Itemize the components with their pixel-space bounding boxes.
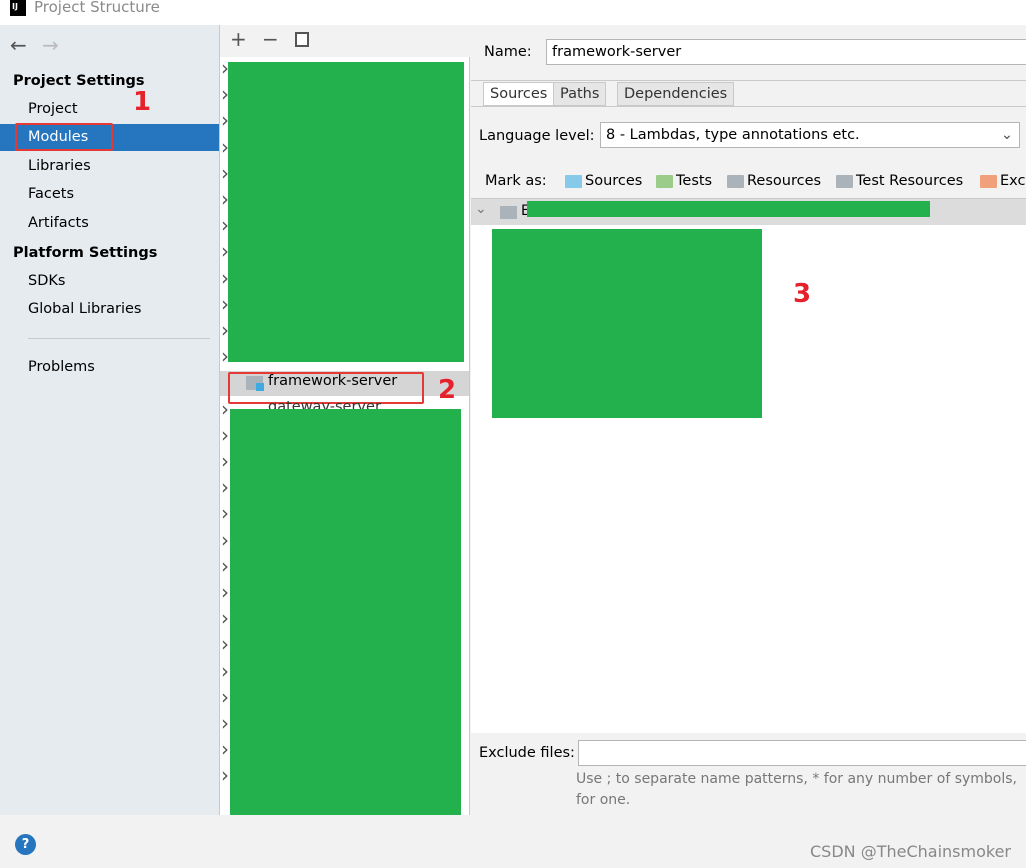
expand-chevron-icon[interactable]: › bbox=[221, 530, 229, 550]
mark-label: Exc bbox=[1000, 173, 1026, 189]
test-resources-folder-icon bbox=[836, 174, 853, 188]
help-icon[interactable]: ? bbox=[15, 834, 36, 855]
redacted-block bbox=[527, 201, 930, 217]
expand-chevron-icon[interactable]: › bbox=[221, 451, 229, 471]
name-label: Name: bbox=[484, 44, 532, 60]
module-item[interactable]: gateway-server bbox=[268, 399, 381, 409]
mark-test-resources-button[interactable]: Test Resources bbox=[836, 173, 963, 189]
modules-toolbar: + − bbox=[220, 25, 470, 57]
expand-chevron-icon[interactable]: › bbox=[221, 713, 229, 733]
highlight-box bbox=[15, 123, 113, 151]
watermark: CSDN @TheChainsmoker bbox=[810, 842, 1011, 861]
remove-icon[interactable]: − bbox=[262, 27, 279, 51]
folder-icon bbox=[500, 206, 517, 219]
sidebar-item-artifacts[interactable]: Artifacts bbox=[0, 210, 219, 237]
annotation-1: 1 bbox=[133, 87, 152, 117]
mark-label: Sources bbox=[585, 173, 643, 189]
mark-sources-button[interactable]: Sources bbox=[565, 173, 642, 189]
language-level-label: Language level: bbox=[479, 128, 595, 144]
module-details: Name: framework-server Sources Paths Dep… bbox=[471, 25, 1026, 815]
expand-chevron-icon[interactable]: › bbox=[221, 503, 229, 523]
excluded-folder-icon bbox=[980, 174, 997, 188]
expand-chevron-icon[interactable]: › bbox=[221, 634, 229, 654]
language-level-select[interactable]: 8 - Lambdas, type annotations etc. ⌄ bbox=[600, 122, 1020, 148]
modules-panel: + − ›››››››››››››››››››››››››››› framewo… bbox=[220, 25, 470, 829]
language-level-value: 8 - Lambdas, type annotations etc. bbox=[606, 127, 860, 143]
tests-folder-icon bbox=[656, 174, 673, 188]
app-logo: IJ bbox=[10, 0, 26, 16]
mark-label: Test Resources bbox=[856, 173, 964, 189]
content-root-tree: ⌄ E:\ 3 bbox=[471, 198, 1026, 733]
expand-chevron-icon[interactable]: › bbox=[221, 425, 229, 445]
copy-icon[interactable] bbox=[295, 32, 309, 47]
sidebar: ← → Project Settings Project Modules 1 L… bbox=[0, 25, 220, 815]
exclude-hint: Use ; to separate name patterns, * for a… bbox=[576, 771, 1017, 787]
title-bar: IJ Project Structure bbox=[0, 0, 1026, 25]
mark-label: Resources bbox=[747, 173, 822, 189]
forward-icon[interactable]: → bbox=[42, 33, 59, 57]
back-icon[interactable]: ← bbox=[10, 33, 27, 57]
sidebar-item-facets[interactable]: Facets bbox=[0, 181, 219, 208]
sidebar-item-libraries[interactable]: Libraries bbox=[0, 153, 219, 180]
mark-label: Tests bbox=[676, 173, 713, 189]
expand-chevron-icon[interactable]: › bbox=[221, 608, 229, 628]
sidebar-item-sdks[interactable]: SDKs bbox=[0, 268, 219, 295]
tab-sources[interactable]: Sources bbox=[483, 82, 555, 106]
annotation-3: 3 bbox=[793, 279, 812, 309]
divider bbox=[471, 106, 1026, 107]
window-title: Project Structure bbox=[34, 0, 160, 16]
expand-chevron-icon[interactable]: › bbox=[221, 556, 229, 576]
mark-tests-button[interactable]: Tests bbox=[656, 173, 712, 189]
annotation-2: 2 bbox=[438, 375, 457, 405]
expand-chevron-icon[interactable]: › bbox=[221, 661, 229, 681]
chevron-down-icon: ⌄ bbox=[1000, 127, 1013, 143]
exclude-files-label: Exclude files: bbox=[479, 745, 575, 761]
divider bbox=[471, 80, 1026, 81]
exclude-hint-2: for one. bbox=[576, 792, 631, 808]
add-icon[interactable]: + bbox=[230, 27, 247, 51]
tab-paths[interactable]: Paths bbox=[553, 82, 607, 106]
name-input[interactable]: framework-server bbox=[546, 39, 1026, 65]
redacted-block bbox=[230, 409, 461, 829]
redacted-block bbox=[228, 62, 464, 362]
expand-chevron-icon[interactable]: › bbox=[221, 477, 229, 497]
resources-folder-icon bbox=[727, 174, 744, 188]
redacted-block bbox=[492, 229, 762, 418]
mark-as-label: Mark as: bbox=[485, 173, 547, 189]
bottom-bar: ? CSDN @TheChainsmoker bbox=[0, 815, 1026, 868]
expand-chevron-icon[interactable]: › bbox=[221, 687, 229, 707]
expand-chevron-icon[interactable]: › bbox=[221, 765, 229, 785]
project-settings-heading: Project Settings bbox=[13, 73, 145, 89]
sidebar-item-project[interactable]: Project bbox=[0, 96, 219, 123]
mark-excluded-button[interactable]: Exc bbox=[980, 173, 1025, 189]
sidebar-item-problems[interactable]: Problems bbox=[0, 354, 219, 381]
platform-settings-heading: Platform Settings bbox=[13, 245, 158, 261]
sidebar-item-global-libraries[interactable]: Global Libraries bbox=[0, 296, 219, 323]
sources-folder-icon bbox=[565, 174, 582, 188]
exclude-files-input[interactable] bbox=[578, 740, 1026, 766]
tab-dependencies[interactable]: Dependencies bbox=[617, 82, 735, 106]
divider bbox=[28, 338, 210, 339]
expand-chevron-icon[interactable]: › bbox=[221, 739, 229, 759]
expand-chevron-icon[interactable]: › bbox=[221, 582, 229, 602]
content-root-row[interactable]: ⌄ E:\ bbox=[471, 199, 1026, 225]
chevron-down-icon[interactable]: ⌄ bbox=[475, 201, 487, 217]
mark-resources-button[interactable]: Resources bbox=[727, 173, 821, 189]
